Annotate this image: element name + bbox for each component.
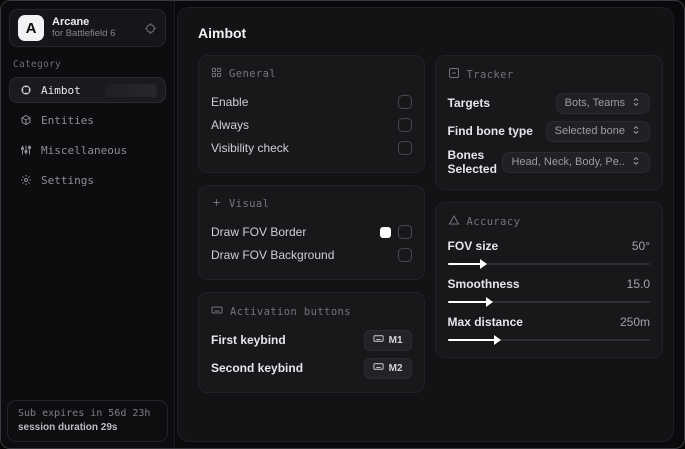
boxes-icon: [19, 114, 32, 126]
targets-select[interactable]: Bots, Teams: [555, 92, 650, 114]
sub-expiry-text: Sub expires in 56d 23h: [18, 408, 151, 419]
plus-icon: [211, 197, 222, 211]
setting-label: Visibility check: [211, 141, 289, 155]
sidebar-nav: Aimbot Entities Miscellaneous Settings: [1, 77, 174, 193]
smoothness-value: 15.0: [626, 277, 650, 291]
slider-thumb[interactable]: [479, 259, 487, 269]
setting-label: Enable: [211, 95, 249, 109]
setting-row-first-keybind: First keybind M1: [211, 329, 412, 351]
logo-card: A Arcane for Battlefield 6: [9, 9, 166, 47]
main-panel: Aimbot General Enable Always Visibility …: [177, 7, 674, 442]
sidebar-item-label: Miscellaneous: [41, 143, 128, 157]
bones-selected-select[interactable]: Head, Neck, Body, Pe..: [502, 151, 650, 173]
setting-label: Find bone type: [447, 124, 533, 138]
setting-label: Targets: [447, 96, 491, 110]
setting-row-fov-size: FOV size 50°: [447, 239, 650, 269]
setting-label: First keybind: [211, 333, 286, 347]
visibility-check-checkbox[interactable]: [397, 141, 412, 155]
triangle-icon: [448, 214, 460, 229]
page-title: Aimbot: [198, 25, 247, 41]
draw-fov-background-checkbox[interactable]: [397, 248, 412, 262]
sidebar: A Arcane for Battlefield 6 Category Aimb…: [1, 1, 175, 448]
setting-row-targets: Targets Bots, Teams: [448, 92, 650, 114]
setting-label: Smoothness: [447, 277, 520, 291]
slider-thumb[interactable]: [494, 335, 502, 345]
sidebar-item-label: Aimbot: [41, 83, 81, 97]
setting-label: Draw FOV Border: [211, 225, 307, 239]
chevrons-up-down-icon: [631, 97, 641, 110]
fov-size-slider[interactable]: [447, 259, 650, 269]
setting-row-max-distance: Max distance 250m: [447, 315, 650, 345]
fov-border-color-swatch[interactable]: [379, 226, 391, 238]
sidebar-item-entities[interactable]: Entities: [9, 107, 166, 133]
sidebar-item-miscellaneous[interactable]: Miscellaneous: [9, 137, 166, 163]
tracker-card: Tracker Targets Bots, Teams Find bone ty…: [434, 55, 663, 190]
chevrons-up-down-icon: [631, 156, 641, 169]
fov-size-value: 50°: [631, 239, 650, 253]
keybind-value: M1: [388, 334, 403, 346]
setting-row-visibility-check: Visibility check: [211, 137, 412, 159]
max-distance-slider[interactable]: [447, 335, 650, 345]
find-bone-type-select[interactable]: Selected bone: [545, 120, 650, 142]
setting-row-draw-fov-border: Draw FOV Border: [211, 221, 412, 243]
setting-row-find-bone-type: Find bone type Selected bone: [448, 120, 650, 142]
card-title: Accuracy: [466, 215, 521, 228]
grid-icon: [211, 67, 222, 81]
setting-row-smoothness: Smoothness 15.0: [447, 277, 650, 307]
category-label: Category: [13, 59, 62, 70]
setting-label: Second keybind: [211, 361, 304, 375]
setting-label: Max distance: [447, 315, 523, 329]
setting-row-enable: Enable: [211, 91, 412, 113]
setting-label: Always: [211, 118, 250, 132]
gear-icon: [19, 174, 32, 186]
slider-thumb[interactable]: [486, 297, 494, 307]
session-duration-text: session duration 29s: [18, 422, 118, 433]
sidebar-item-label: Entities: [41, 113, 94, 127]
app-window: A Arcane for Battlefield 6 Category Aimb…: [0, 0, 685, 449]
keybind-value: M2: [388, 362, 403, 374]
app-subtitle: for Battlefield 6: [52, 27, 116, 39]
sliders-icon: [19, 144, 32, 156]
enable-checkbox[interactable]: [397, 95, 412, 109]
accuracy-card: Accuracy FOV size 50° Smoothness 15.0 Ma…: [434, 202, 663, 358]
crosshair-icon[interactable]: [144, 22, 157, 35]
max-distance-value: 250m: [619, 315, 650, 329]
select-value: Selected bone: [554, 125, 625, 137]
setting-row-second-keybind: Second keybind M2: [211, 357, 412, 379]
keyboard-icon: [211, 304, 223, 319]
crosshair-icon: [19, 84, 32, 96]
sidebar-item-aimbot[interactable]: Aimbot: [9, 77, 166, 103]
card-title: Tracker: [466, 68, 514, 81]
visual-card: Visual Draw FOV Border Draw FOV Backgrou…: [198, 185, 425, 280]
second-keybind-button[interactable]: M2: [363, 357, 412, 379]
draw-fov-border-checkbox[interactable]: [397, 225, 412, 239]
activation-buttons-card: Activation buttons First keybind M1 Seco…: [198, 292, 425, 393]
chevrons-up-down-icon: [631, 125, 641, 138]
select-value: Bots, Teams: [564, 97, 625, 109]
card-title: Visual: [229, 198, 270, 210]
first-keybind-button[interactable]: M1: [363, 329, 412, 351]
setting-row-draw-fov-background: Draw FOV Background: [211, 244, 412, 266]
always-checkbox[interactable]: [397, 118, 412, 132]
select-value: Head, Neck, Body, Pe..: [511, 156, 625, 168]
card-title: Activation buttons: [230, 305, 351, 318]
sidebar-item-label: Settings: [41, 173, 94, 187]
keyboard-icon: [373, 333, 384, 347]
card-title: General: [229, 68, 277, 80]
setting-row-always: Always: [211, 114, 412, 136]
setting-row-bones-selected: Bones Selected Head, Neck, Body, Pe..: [448, 148, 650, 176]
subscription-status: Sub expires in 56d 23h session duration …: [7, 400, 168, 442]
keyboard-icon: [373, 361, 384, 375]
smoothness-slider[interactable]: [447, 297, 650, 307]
setting-label: Draw FOV Background: [211, 248, 335, 262]
general-card: General Enable Always Visibility check: [198, 55, 425, 173]
setting-label: FOV size: [447, 239, 499, 253]
sidebar-item-settings[interactable]: Settings: [9, 167, 166, 193]
app-logo: A: [18, 15, 44, 41]
app-name: Arcane: [52, 16, 90, 29]
box-minus-icon: [448, 67, 460, 82]
setting-label: Bones Selected: [447, 148, 497, 176]
